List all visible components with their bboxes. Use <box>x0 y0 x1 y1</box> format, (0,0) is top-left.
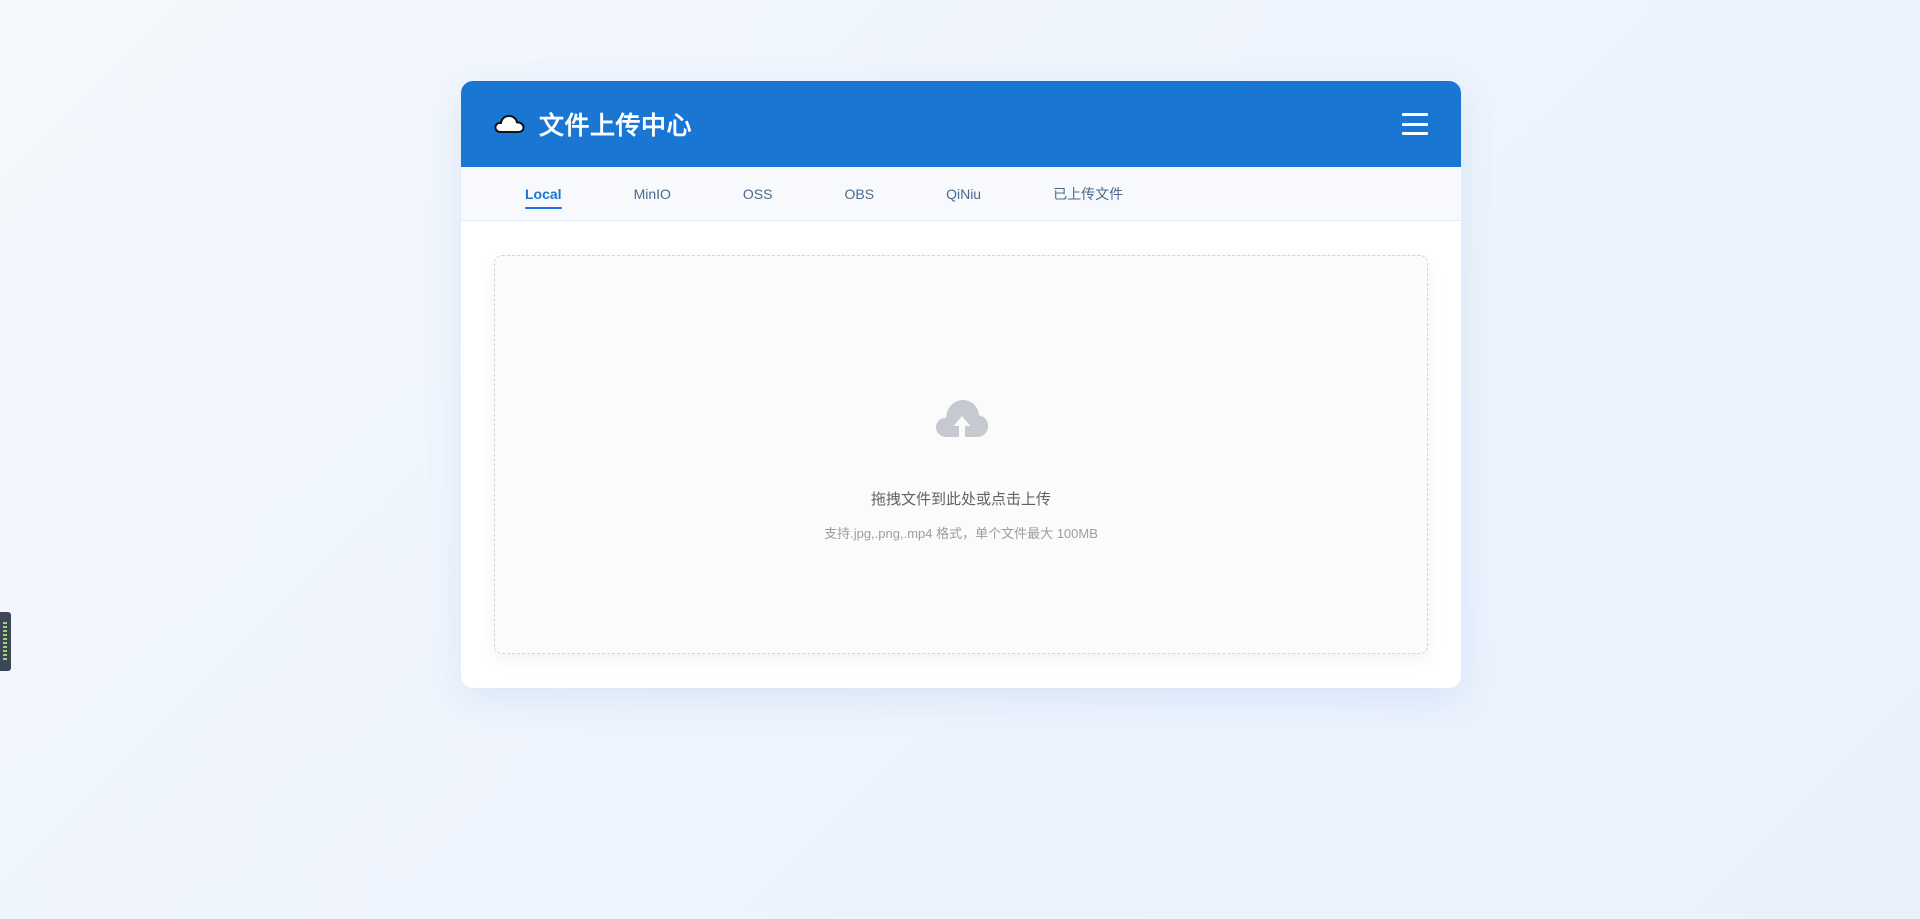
app-header: 文件上传中心 <box>461 81 1461 167</box>
tab-uploaded-files[interactable]: 已上传文件 <box>1053 180 1123 208</box>
page-title: 文件上传中心 <box>539 112 693 140</box>
storage-tabs: Local MinIO OSS OBS QiNiu 已上传文件 <box>461 167 1461 221</box>
cloud-icon <box>494 115 525 133</box>
dropzone-main-text: 拖拽文件到此处或点击上传 <box>870 491 1051 508</box>
tab-obs[interactable]: OBS <box>845 182 875 206</box>
dropzone-hint-text: 支持.jpg,.png,.mp4 格式，单个文件最大 100MB <box>824 526 1098 541</box>
tab-oss[interactable]: OSS <box>743 182 773 206</box>
hamburger-menu-icon[interactable] <box>1402 113 1428 135</box>
upload-dropzone[interactable]: 拖拽文件到此处或点击上传 支持.jpg,.png,.mp4 格式，单个文件最大 … <box>494 255 1428 654</box>
brand: 文件上传中心 <box>494 106 692 142</box>
level-bars-icon <box>3 622 7 660</box>
tab-local[interactable]: Local <box>525 182 562 209</box>
upload-card: 文件上传中心 Local MinIO OSS OBS QiNiu 已上传文件 拖… <box>461 81 1461 688</box>
side-widget-handle[interactable] <box>0 612 11 671</box>
tab-qiniu[interactable]: QiNiu <box>946 182 981 206</box>
tab-minio[interactable]: MinIO <box>634 182 671 206</box>
cloud-upload-icon <box>936 400 988 441</box>
